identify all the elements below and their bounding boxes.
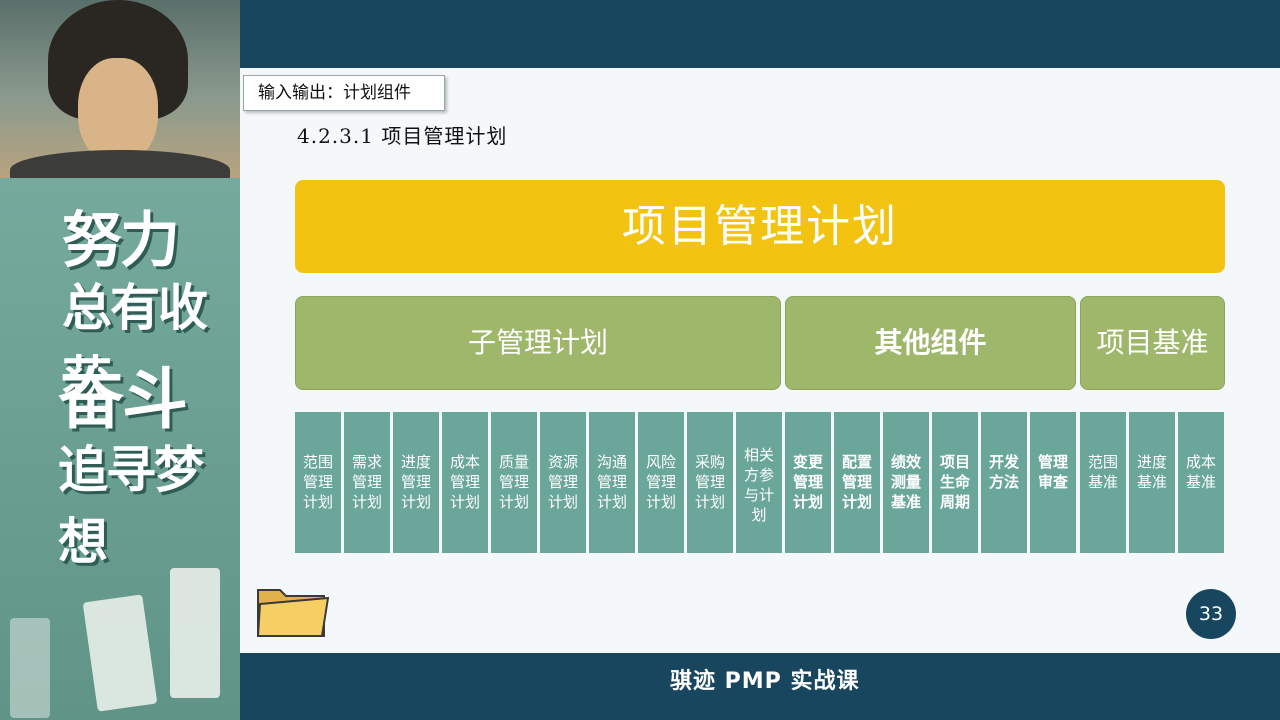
section-heading: 4.2.3.1 项目管理计划 <box>297 124 508 148</box>
item-cost-mgmt-plan: 成本 管理 计划 <box>442 412 488 553</box>
item-procurement-mgmt-plan: 采购 管理 计划 <box>687 412 733 553</box>
item-project-life-cycle: 项目 生命 周期 <box>932 412 978 553</box>
slogan-line-1: 努力 <box>62 206 180 276</box>
webcam-video <box>0 0 240 190</box>
item-risk-mgmt-plan: 风险 管理 计划 <box>638 412 684 553</box>
sub-plans-box: 子管理计划 <box>295 296 781 390</box>
bottom-bar: 骐迹 PMP 实战课 <box>240 653 1280 720</box>
item-communications-mgmt-plan: 沟通 管理 计划 <box>589 412 635 553</box>
item-scope-baseline: 范围 基准 <box>1080 412 1126 553</box>
webcam-face <box>78 58 158 163</box>
item-stakeholder-engagement-plan: 相关 方参 与计划 <box>736 412 782 553</box>
slide: 输入输出：计划组件 4.2.3.1 项目管理计划 项目管理计划 子管理计划 其他… <box>240 68 1280 653</box>
baselines-box: 项目基准 <box>1080 296 1225 390</box>
course-name: 骐迹 PMP 实战课 <box>670 669 860 694</box>
item-configuration-mgmt-plan: 配置 管理 计划 <box>834 412 880 553</box>
item-resource-mgmt-plan: 资源 管理 计划 <box>540 412 586 553</box>
item-scope-mgmt-plan: 范围 管理 计划 <box>295 412 341 553</box>
lamp-decoration <box>170 568 220 698</box>
page-number-badge: 33 <box>1186 589 1236 639</box>
item-development-approach: 开发 方法 <box>981 412 1027 553</box>
slogan-line-4: 追寻梦想 <box>58 441 204 571</box>
presenter-panel: 努力 总有收获 奋斗 追寻梦想 <box>0 0 240 720</box>
item-quality-mgmt-plan: 质量 管理 计划 <box>491 412 537 553</box>
item-change-mgmt-plan: 变更 管理 计划 <box>785 412 831 553</box>
item-management-reviews: 管理 审查 <box>1030 412 1076 553</box>
book-decoration <box>82 594 158 712</box>
folder-icon <box>256 589 330 637</box>
other-components-box: 其他组件 <box>785 296 1076 390</box>
top-bar <box>240 0 1280 68</box>
slogan-line-3: 奋斗 <box>58 361 188 438</box>
section-tag: 输入输出：计划组件 <box>243 75 445 111</box>
item-performance-measurement-baseline: 绩效 测量 基准 <box>883 412 929 553</box>
item-cost-baseline: 成本 基准 <box>1178 412 1224 553</box>
item-schedule-baseline: 进度 基准 <box>1129 412 1175 553</box>
project-management-plan-box: 项目管理计划 <box>295 180 1225 273</box>
books-decoration <box>10 618 50 718</box>
item-schedule-mgmt-plan: 进度 管理 计划 <box>393 412 439 553</box>
item-requirements-mgmt-plan: 需求 管理 计划 <box>344 412 390 553</box>
